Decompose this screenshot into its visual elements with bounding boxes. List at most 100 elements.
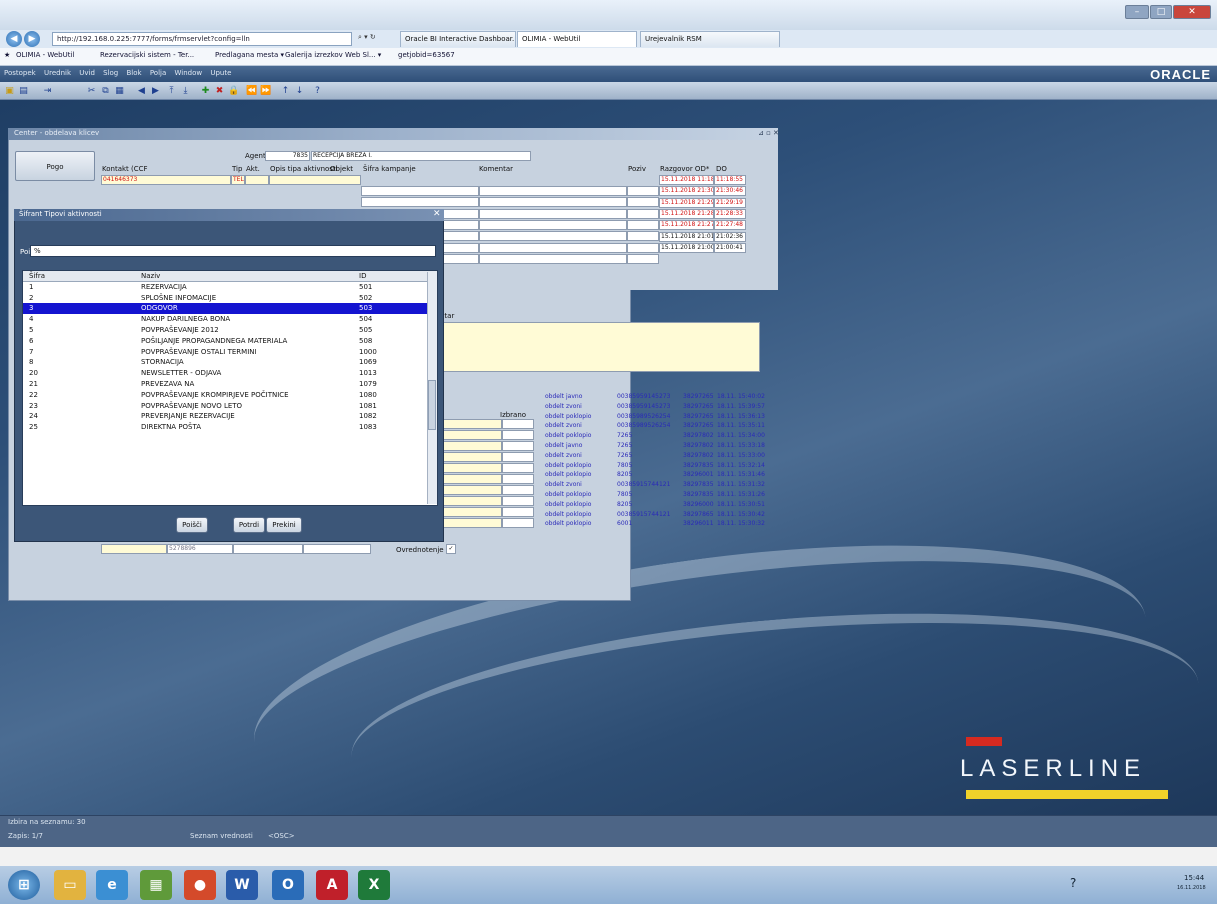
- explorer-icon[interactable]: ▭: [54, 870, 86, 900]
- menu-slog[interactable]: Slog: [103, 69, 118, 77]
- poziv-cell[interactable]: [627, 231, 659, 242]
- menu-blok[interactable]: Blok: [127, 69, 142, 77]
- fav-predlagana[interactable]: Predlagana mesta ▾: [215, 51, 284, 59]
- list-item[interactable]: 1 REZERVACIJA 501: [23, 282, 437, 293]
- comment-area[interactable]: [438, 322, 760, 372]
- rewind-icon[interactable]: ⏪: [246, 86, 257, 97]
- komentar-cell[interactable]: [479, 242, 627, 253]
- tray-help-icon[interactable]: ?: [1070, 876, 1076, 890]
- tab-oracle-bi[interactable]: Oracle BI Interactive Dashboar...: [400, 31, 516, 47]
- contact-field[interactable]: 041646373: [101, 175, 231, 185]
- bottom-field-1[interactable]: [101, 544, 167, 554]
- ovrednotenje-checkbox[interactable]: ✓: [446, 544, 456, 554]
- menu-window[interactable]: Window: [175, 69, 203, 77]
- sifra-cell[interactable]: [361, 197, 479, 208]
- delete-record-icon[interactable]: ✖: [214, 86, 225, 97]
- presentation-icon[interactable]: ●: [184, 870, 216, 900]
- list-item[interactable]: 7 POVPRAŠEVANJE OSTALI TERMINI 1000: [23, 347, 437, 358]
- izbrano-cell[interactable]: [502, 463, 534, 473]
- down-icon[interactable]: ↓: [294, 86, 305, 97]
- izbrano-cell[interactable]: [502, 441, 534, 451]
- izbrano-cell[interactable]: [502, 518, 534, 528]
- komentar-cell[interactable]: [479, 231, 627, 242]
- list-item[interactable]: 2 SPLOŠNE INFOMACIJE 502: [23, 293, 437, 304]
- akt-field[interactable]: [245, 175, 269, 185]
- list-item[interactable]: 25 DIREKTNA POŠTA 1083: [23, 422, 437, 433]
- izbrano-cell[interactable]: [502, 430, 534, 440]
- outlook-icon[interactable]: O: [272, 870, 304, 900]
- komentar-cell[interactable]: [479, 186, 627, 196]
- excel-icon[interactable]: X: [358, 870, 390, 900]
- search-input[interactable]: %: [30, 245, 436, 257]
- first-record-icon[interactable]: ⤒: [166, 86, 177, 97]
- izbrano-cell[interactable]: [502, 507, 534, 517]
- tip-field[interactable]: TEL: [231, 175, 245, 185]
- fav-galerija[interactable]: Galerija izrezkov Web Sl... ▾: [285, 51, 381, 59]
- last-record-icon[interactable]: ⤓: [180, 86, 191, 97]
- fav-rezervacijski[interactable]: Rezervacijski sistem - Ter...: [100, 51, 194, 59]
- list-item[interactable]: 20 NEWSLETTER - ODJAVA 1013: [23, 368, 437, 379]
- copy-icon[interactable]: ⧉: [100, 86, 111, 97]
- ok-button[interactable]: Potrdi: [233, 517, 265, 533]
- izbrano-cell[interactable]: [502, 496, 534, 506]
- komentar-cell[interactable]: [479, 197, 627, 208]
- address-bar[interactable]: http://192.168.0.225:7777/forms/frmservl…: [52, 32, 352, 46]
- help-icon[interactable]: ?: [312, 86, 323, 97]
- poziv-cell[interactable]: [627, 242, 659, 253]
- find-button[interactable]: Poišči: [176, 517, 208, 533]
- poziv-cell[interactable]: [627, 208, 659, 219]
- minimize-button[interactable]: –: [1125, 5, 1149, 19]
- list-item[interactable]: 5 POVPRAŠEVANJE 2012 505: [23, 325, 437, 336]
- fav-olimia[interactable]: OLIMIA - WebUtil: [16, 51, 74, 59]
- app-icon[interactable]: ▦: [140, 870, 172, 900]
- list-item[interactable]: 24 PREVERJANJE REZERVACIJE 1082: [23, 411, 437, 422]
- poziv-cell[interactable]: [627, 186, 659, 196]
- list-item[interactable]: 21 PREVEZAVA NA 1079: [23, 379, 437, 390]
- exit-icon[interactable]: ⇥: [42, 86, 53, 97]
- izbrano-cell[interactable]: [502, 419, 534, 429]
- insert-record-icon[interactable]: ✚: [200, 86, 211, 97]
- list-item[interactable]: 6 POŠILJANJE PROPAGANDNEGA MATERIALA 508: [23, 336, 437, 347]
- komentar-cell[interactable]: [479, 219, 627, 230]
- close-icon[interactable]: ✕: [433, 209, 441, 219]
- window-controls-icon[interactable]: ⊿ ▫ ✕: [758, 129, 779, 137]
- menu-polja[interactable]: Polja: [150, 69, 166, 77]
- izbrano-cell[interactable]: [502, 485, 534, 495]
- paste-icon[interactable]: ▦: [114, 86, 125, 97]
- save-icon[interactable]: ▣: [4, 86, 15, 97]
- up-icon[interactable]: ↑: [280, 86, 291, 97]
- close-button[interactable]: ✕: [1173, 5, 1211, 19]
- ie-icon[interactable]: e: [96, 870, 128, 900]
- back-icon[interactable]: ◀: [6, 31, 22, 47]
- scrollbar-thumb[interactable]: [428, 380, 436, 430]
- maximize-button[interactable]: □: [1150, 5, 1172, 19]
- menu-upute[interactable]: Upute: [210, 69, 231, 77]
- list-item[interactable]: 3 ODGOVOR 503: [23, 303, 437, 315]
- menu-uvid[interactable]: Uvid: [79, 69, 95, 77]
- opis-field[interactable]: [269, 175, 361, 185]
- poziv-cell[interactable]: [627, 253, 659, 264]
- izbrano-cell[interactable]: [502, 474, 534, 484]
- poziv-cell[interactable]: [627, 197, 659, 208]
- cancel-button[interactable]: Prekini: [266, 517, 302, 533]
- pdf-icon[interactable]: A: [316, 870, 348, 900]
- list-item[interactable]: 8 STORNACIJA 1069: [23, 357, 437, 368]
- list-item[interactable]: 23 POVPRAŠEVANJE NOVO LETO 1081: [23, 401, 437, 412]
- forward-icon[interactable]: ▶: [24, 31, 40, 47]
- fav-getjobid[interactable]: getjobid=63567: [398, 51, 455, 59]
- menu-urednik[interactable]: Urednik: [44, 69, 71, 77]
- prev-record-icon[interactable]: ▶: [150, 86, 161, 97]
- list-item[interactable]: 22 POVPRAŠEVANJE KROMPIRJEVE POČITNICE 108…: [23, 390, 437, 401]
- tab-olimia[interactable]: OLIMIA - WebUtil: [517, 31, 637, 47]
- komentar-cell[interactable]: [479, 253, 627, 264]
- komentar-cell[interactable]: [479, 208, 627, 219]
- search-icon[interactable]: ⌕ ▾ ↻: [358, 33, 376, 42]
- izbrano-cell[interactable]: [502, 452, 534, 462]
- prev-block-icon[interactable]: ◀: [136, 86, 147, 97]
- sifra-cell[interactable]: [361, 186, 479, 196]
- print-icon[interactable]: ▤: [18, 86, 29, 97]
- tab-urejevalnik[interactable]: Urejevalnik RSM: [640, 31, 780, 47]
- list-item[interactable]: 4 NAKUP DARILNEGA BONA 504: [23, 314, 437, 325]
- poziv-cell[interactable]: [627, 219, 659, 230]
- word-icon[interactable]: W: [226, 870, 258, 900]
